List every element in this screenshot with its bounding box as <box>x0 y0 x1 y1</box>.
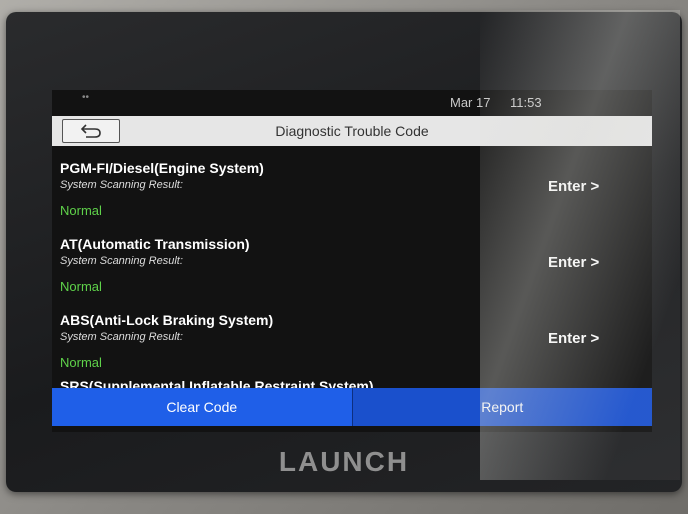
status-date: Mar 17 <box>450 95 491 110</box>
list-item[interactable]: AT(Automatic Transmission) System Scanni… <box>52 224 652 300</box>
scan-result-label: System Scanning Result: <box>60 179 183 191</box>
status-normal: Normal <box>60 355 102 370</box>
status-normal: Normal <box>60 203 102 218</box>
enter-button[interactable]: Enter > <box>548 254 599 271</box>
list-item[interactable]: ABS(Anti-Lock Braking System) System Sca… <box>52 300 652 376</box>
device-screen: •• Mar 17 11:53 Diagnostic Trouble Code … <box>52 90 652 432</box>
action-bar: Clear Code Report <box>52 388 652 426</box>
system-name: AT(Automatic Transmission) <box>60 236 250 252</box>
clear-code-button[interactable]: Clear Code <box>52 388 353 426</box>
scan-result-label: System Scanning Result: <box>60 255 183 267</box>
page-title: Diagnostic Trouble Code <box>275 123 429 139</box>
status-bar: •• Mar 17 11:53 <box>52 90 652 114</box>
scan-result-label: System Scanning Result: <box>60 331 183 343</box>
system-name: ABS(Anti-Lock Braking System) <box>60 312 274 328</box>
notification-dots-icon: •• <box>82 92 90 103</box>
enter-button[interactable]: Enter > <box>548 178 599 195</box>
title-bar: Diagnostic Trouble Code <box>52 116 652 146</box>
brand-logo: LAUNCH <box>278 446 410 477</box>
status-time: 11:53 <box>510 95 542 110</box>
report-button[interactable]: Report <box>352 388 652 426</box>
list-item-partial[interactable]: SRS(Supplemental Inflatable Restraint Sy… <box>60 378 374 388</box>
status-normal: Normal <box>60 279 102 294</box>
enter-button[interactable]: Enter > <box>548 330 599 347</box>
system-name: PGM-FI/Diesel(Engine System) <box>60 160 264 176</box>
system-list[interactable]: PGM-FI/Diesel(Engine System) System Scan… <box>52 148 652 388</box>
list-item[interactable]: PGM-FI/Diesel(Engine System) System Scan… <box>52 148 652 224</box>
